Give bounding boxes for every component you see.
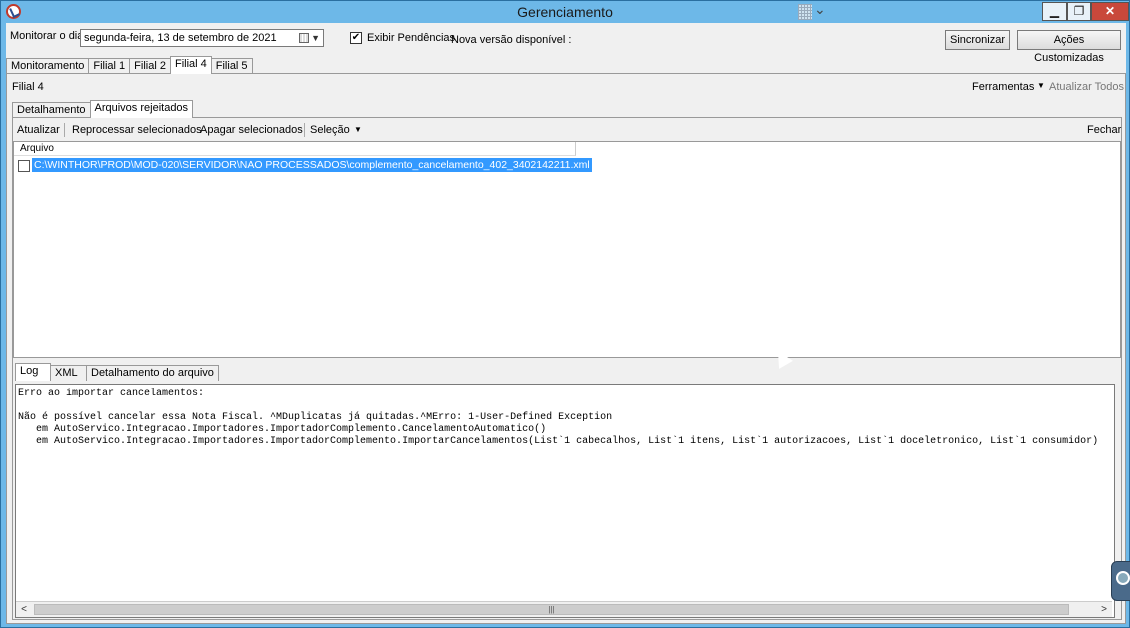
log-line: Erro ao importar cancelamentos:	[18, 388, 205, 399]
scroll-thumb[interactable]: |||	[34, 604, 1069, 615]
sub-tabs: Detalhamento Arquivos rejeitados	[12, 100, 194, 118]
window-title: Gerenciamento	[517, 4, 613, 20]
tab-filial-4[interactable]: Filial 4	[169, 56, 212, 74]
tools-menu[interactable]: Ferramentas	[972, 81, 1034, 93]
date-value: segunda-feira, 13 de setembro de 2021	[84, 32, 277, 44]
remote-assist-icon	[1116, 571, 1130, 585]
tab-file-detail[interactable]: Detalhamento do arquivo	[86, 365, 219, 381]
branch-panel: Filial 4 Ferramentas ▼ Atualizar Todos D…	[6, 73, 1126, 624]
log-textbox[interactable]: Erro ao importar cancelamentos: Não é pos…	[15, 384, 1115, 618]
minimize-button[interactable]: ▁	[1042, 2, 1067, 21]
calendar-icon[interactable]	[299, 33, 309, 43]
tab-log[interactable]: Log	[15, 363, 51, 381]
dropdown-arrow-icon[interactable]: ▼	[311, 30, 320, 46]
log-line: Não é possível cancelar essa Nota Fiscal…	[18, 412, 613, 423]
layout-menu-icon[interactable]: ⌄	[798, 1, 832, 20]
grid-icon	[798, 4, 812, 20]
restore-button[interactable]: ❐	[1067, 2, 1091, 21]
selection-menu[interactable]: Seleção	[310, 124, 350, 136]
sync-button[interactable]: Sincronizar	[945, 30, 1010, 50]
tab-filial-2[interactable]: Filial 2	[129, 58, 171, 74]
tab-xml[interactable]: XML	[50, 365, 87, 381]
update-all-button[interactable]: Atualizar Todos	[1049, 81, 1124, 93]
tab-arquivos-rejeitados[interactable]: Arquivos rejeitados	[89, 100, 194, 118]
log-line: em AutoServico.Integracao.Importadores.I…	[18, 424, 547, 435]
tab-detalhamento[interactable]: Detalhamento	[12, 102, 91, 118]
selection-dropdown-icon[interactable]: ▼	[354, 125, 362, 134]
file-row-path[interactable]: C:\WINTHOR\PROD\MOD-020\SERVIDOR\NAO PRO…	[32, 158, 592, 172]
show-pending-checkbox[interactable]: ✔	[350, 32, 362, 44]
log-content: Erro ao importar cancelamentos: Não é pos…	[18, 388, 1113, 448]
horizontal-scrollbar[interactable]: < ||| >	[16, 601, 1112, 617]
custom-actions-button[interactable]: Ações Customizadas	[1017, 30, 1121, 64]
rejected-files-list[interactable]: Arquivo C:\WINTHOR\PROD\MOD-020\SERVIDOR…	[13, 141, 1121, 358]
tools-dropdown-icon[interactable]: ▼	[1037, 81, 1045, 90]
chevron-down-icon: ⌄	[814, 1, 826, 17]
date-picker[interactable]: segunda-feira, 13 de setembro de 2021 ▼	[80, 29, 324, 47]
tab-monitoramento[interactable]: Monitoramento	[6, 58, 90, 74]
tab-filial-1[interactable]: Filial 1	[88, 58, 131, 74]
toolbar-separator	[304, 123, 305, 137]
application-window: Gerenciamento ⌄ ▁ ❐ ✕ Monitorar o dia se…	[0, 0, 1130, 628]
scroll-right-icon[interactable]: >	[1096, 602, 1112, 617]
new-version-label: Nova versão disponível :	[451, 34, 572, 46]
monitor-day-label: Monitorar o dia	[10, 30, 84, 42]
file-row-checkbox[interactable]	[18, 160, 30, 172]
close-panel-button[interactable]: Fechar	[1087, 124, 1121, 136]
column-header-arquivo[interactable]: Arquivo	[14, 142, 576, 156]
close-window-button[interactable]: ✕	[1091, 2, 1129, 21]
update-button[interactable]: Atualizar	[17, 124, 60, 136]
scroll-left-icon[interactable]: <	[16, 602, 32, 617]
remote-assist-widget[interactable]	[1111, 561, 1130, 601]
show-pending-label[interactable]: Exibir Pendências	[367, 32, 455, 44]
tab-filial-5[interactable]: Filial 5	[210, 58, 253, 74]
panel-title: Filial 4	[12, 81, 44, 93]
title-bar[interactable]: Gerenciamento ⌄ ▁ ❐ ✕	[1, 1, 1129, 23]
delete-selected-button[interactable]: Apagar selecionados	[200, 124, 303, 136]
rejected-files-panel: Atualizar Reprocessar selecionados Apaga…	[12, 117, 1122, 620]
toolbar-separator	[64, 123, 65, 137]
detail-tabs: Log XML Detalhamento do arquivo	[15, 363, 219, 381]
reprocess-selected-button[interactable]: Reprocessar selecionados	[72, 124, 202, 136]
log-line: em AutoServico.Integracao.Importadores.I…	[18, 436, 1099, 447]
branch-tabs: Monitoramento Filial 1 Filial 2 Filial 4…	[6, 56, 253, 74]
client-area: Monitorar o dia segunda-feira, 13 de set…	[6, 23, 1126, 624]
